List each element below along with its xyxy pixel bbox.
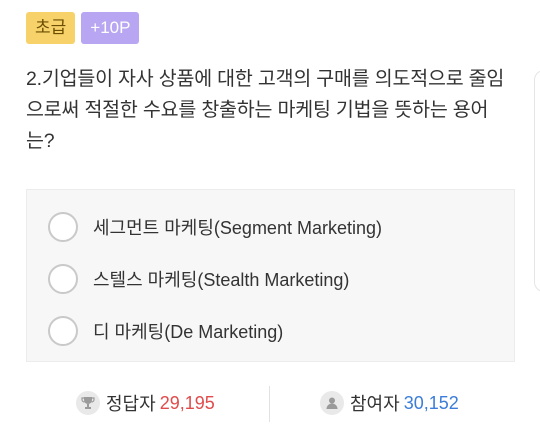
next-card-edge[interactable] bbox=[534, 70, 540, 292]
answer-options: 세그먼트 마케팅(Segment Marketing) 스텔스 마케팅(Stea… bbox=[26, 189, 515, 362]
radio-button[interactable] bbox=[48, 316, 78, 346]
radio-button[interactable] bbox=[48, 264, 78, 294]
badge-group: 초급 +10P bbox=[26, 12, 140, 44]
option-label: 스텔스 마케팅(Stealth Marketing) bbox=[93, 270, 350, 290]
option-label: 디 마케팅(De Marketing) bbox=[93, 322, 284, 342]
participants-value: 30,152 bbox=[403, 392, 459, 413]
correct-value: 29,195 bbox=[159, 392, 215, 413]
correct-count: 정답자 29,195 bbox=[76, 390, 215, 416]
option-2[interactable]: 스텔스 마케팅(Stealth Marketing) bbox=[48, 263, 349, 295]
correct-label: 정답자 bbox=[106, 394, 156, 414]
question-text: 2.기업들이 자사 상품에 대한 고객의 구매를 의도적으로 줄임으로써 적절한… bbox=[26, 68, 505, 152]
participants-label: 참여자 bbox=[350, 394, 400, 414]
stats-divider bbox=[269, 386, 270, 422]
option-1[interactable]: 세그먼트 마케팅(Segment Marketing) bbox=[48, 211, 382, 243]
radio-button[interactable] bbox=[48, 212, 78, 242]
trophy-icon bbox=[76, 391, 100, 415]
points-badge: +10P bbox=[81, 12, 140, 44]
option-label: 세그먼트 마케팅(Segment Marketing) bbox=[93, 218, 382, 238]
level-badge: 초급 bbox=[26, 12, 76, 44]
option-3[interactable]: 디 마케팅(De Marketing) bbox=[48, 315, 283, 347]
person-icon bbox=[320, 391, 344, 415]
stats-bar: 정답자 29,195 참여자 30,152 bbox=[0, 382, 540, 422]
participant-count: 참여자 30,152 bbox=[320, 390, 459, 416]
